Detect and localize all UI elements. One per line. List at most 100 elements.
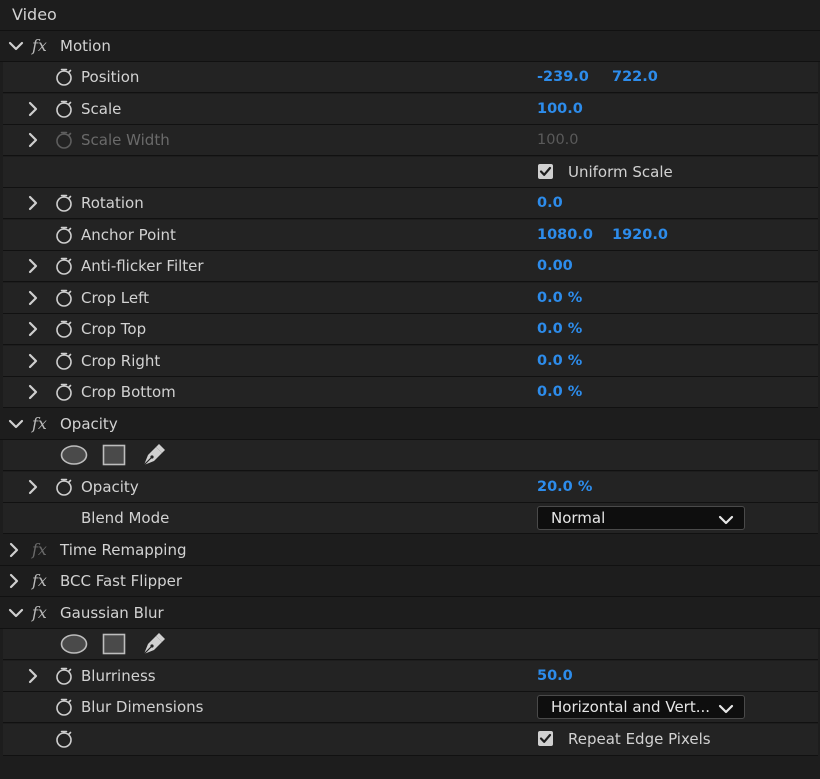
blur-dimensions-row: Blur Dimensions Horizontal and Vert...	[3, 692, 818, 723]
chevron-right-icon[interactable]	[25, 195, 41, 211]
motion-section-header[interactable]: fx Motion	[0, 31, 820, 62]
stopwatch-icon[interactable]	[55, 352, 73, 370]
chevron-right-icon[interactable]	[25, 384, 41, 400]
stopwatch-icon[interactable]	[55, 730, 73, 748]
fx-icon[interactable]: fx	[32, 409, 47, 439]
fx-icon[interactable]: fx	[32, 598, 47, 628]
ellipse-mask-icon[interactable]	[60, 444, 88, 466]
blurriness-label: Blurriness	[81, 667, 156, 685]
bcc-fast-flipper-section-header[interactable]: fx BCC Fast Flipper	[0, 566, 820, 597]
blend-mode-label: Blend Mode	[81, 509, 170, 527]
position-label: Position	[81, 68, 140, 86]
crop-right-label: Crop Right	[81, 352, 161, 370]
scale-row: Scale 100.0	[3, 94, 818, 125]
gaussian-blur-label: Gaussian Blur	[60, 604, 164, 622]
stopwatch-icon[interactable]	[55, 478, 73, 496]
stopwatch-icon[interactable]	[55, 383, 73, 401]
chevron-right-icon[interactable]	[6, 573, 22, 589]
rectangle-mask-icon[interactable]	[102, 633, 126, 655]
opacity-row: Opacity 20.0 %	[3, 472, 818, 503]
fx-icon[interactable]: fx	[32, 31, 47, 61]
uniform-scale-checkbox[interactable]	[538, 164, 553, 179]
chevron-down-icon[interactable]	[8, 38, 24, 54]
effect-controls-panel: Video fx Motion Position -239.0 722.0 Sc…	[0, 0, 820, 779]
position-row: Position -239.0 722.0	[3, 62, 818, 93]
stopwatch-icon[interactable]	[55, 320, 73, 338]
chevron-right-icon[interactable]	[25, 321, 41, 337]
blend-mode-value: Normal	[551, 509, 606, 527]
blend-mode-row: Blend Mode Normal	[3, 503, 818, 534]
rectangle-mask-icon[interactable]	[102, 444, 126, 466]
scale-width-value: 100.0	[537, 132, 579, 148]
crop-left-row: Crop Left 0.0 %	[3, 283, 818, 314]
opacity-section-header[interactable]: fx Opacity	[0, 409, 820, 440]
stopwatch-icon	[55, 131, 73, 149]
blend-mode-dropdown[interactable]: Normal	[537, 506, 745, 530]
anchor-point-row: Anchor Point 1080.0 1920.0	[3, 220, 818, 251]
uniform-scale-label[interactable]: Uniform Scale	[568, 157, 673, 187]
stopwatch-icon[interactable]	[55, 667, 73, 685]
video-label: Video	[12, 5, 57, 24]
opacity-label: Opacity	[81, 478, 139, 496]
motion-label: Motion	[60, 37, 111, 55]
stopwatch-icon[interactable]	[55, 226, 73, 244]
crop-right-value[interactable]: 0.0 %	[537, 346, 582, 376]
repeat-edge-pixels-checkbox[interactable]	[538, 731, 553, 746]
ellipse-mask-icon[interactable]	[60, 633, 88, 655]
crop-left-value[interactable]: 0.0 %	[537, 283, 582, 313]
anchor-point-y-value[interactable]: 1920.0	[612, 220, 668, 250]
chevron-down-icon	[718, 512, 734, 528]
blurriness-value[interactable]: 50.0	[537, 661, 573, 691]
stopwatch-icon[interactable]	[55, 194, 73, 212]
chevron-right-icon[interactable]	[25, 290, 41, 306]
fx-icon[interactable]: fx	[32, 566, 47, 596]
rotation-row: Rotation 0.0	[3, 188, 818, 219]
position-x-value[interactable]: -239.0	[537, 62, 589, 92]
stopwatch-icon[interactable]	[55, 257, 73, 275]
anchor-point-label: Anchor Point	[81, 226, 176, 244]
time-remapping-label: Time Remapping	[60, 541, 187, 559]
repeat-edge-pixels-row: Repeat Edge Pixels	[3, 724, 818, 756]
blur-dimensions-dropdown[interactable]: Horizontal and Vert...	[537, 695, 745, 719]
stopwatch-icon[interactable]	[55, 68, 73, 86]
anti-flicker-value[interactable]: 0.00	[537, 251, 573, 281]
crop-right-row: Crop Right 0.0 %	[3, 346, 818, 377]
uniform-scale-row: Uniform Scale	[3, 157, 818, 188]
scale-width-label: Scale Width	[81, 131, 170, 149]
chevron-right-icon[interactable]	[6, 542, 22, 558]
stopwatch-icon[interactable]	[55, 289, 73, 307]
scale-width-row: Scale Width 100.0	[3, 125, 818, 156]
pen-mask-icon[interactable]	[141, 631, 167, 657]
gaussian-blur-section-header[interactable]: fx Gaussian Blur	[0, 598, 820, 629]
anti-flicker-row: Anti-flicker Filter 0.00	[3, 251, 818, 282]
crop-top-value[interactable]: 0.0 %	[537, 314, 582, 344]
time-remapping-section-header[interactable]: fx Time Remapping	[0, 535, 820, 566]
stopwatch-icon[interactable]	[55, 100, 73, 118]
chevron-down-icon[interactable]	[8, 605, 24, 621]
scale-value[interactable]: 100.0	[537, 94, 583, 124]
checkmark-icon	[539, 732, 552, 745]
crop-bottom-value[interactable]: 0.0 %	[537, 377, 582, 407]
position-y-value[interactable]: 722.0	[612, 62, 658, 92]
crop-left-label: Crop Left	[81, 289, 149, 307]
stopwatch-icon[interactable]	[55, 698, 73, 716]
crop-top-label: Crop Top	[81, 320, 147, 338]
chevron-right-icon[interactable]	[25, 668, 41, 684]
chevron-right-icon[interactable]	[25, 101, 41, 117]
crop-bottom-row: Crop Bottom 0.0 %	[3, 377, 818, 408]
anchor-point-x-value[interactable]: 1080.0	[537, 220, 593, 250]
fx-icon: fx	[32, 540, 47, 559]
chevron-right-icon[interactable]	[25, 258, 41, 274]
opacity-value[interactable]: 20.0 %	[537, 472, 592, 502]
blur-dimensions-label: Blur Dimensions	[81, 698, 204, 716]
chevron-down-icon	[718, 701, 734, 717]
checkmark-icon	[539, 165, 552, 178]
chevron-right-icon[interactable]	[25, 479, 41, 495]
chevron-right-icon[interactable]	[25, 132, 41, 148]
pen-mask-icon[interactable]	[141, 442, 167, 468]
scale-label: Scale	[81, 100, 122, 118]
repeat-edge-pixels-label[interactable]: Repeat Edge Pixels	[568, 724, 711, 754]
chevron-right-icon[interactable]	[25, 353, 41, 369]
chevron-down-icon[interactable]	[8, 416, 24, 432]
rotation-value[interactable]: 0.0	[537, 188, 563, 218]
